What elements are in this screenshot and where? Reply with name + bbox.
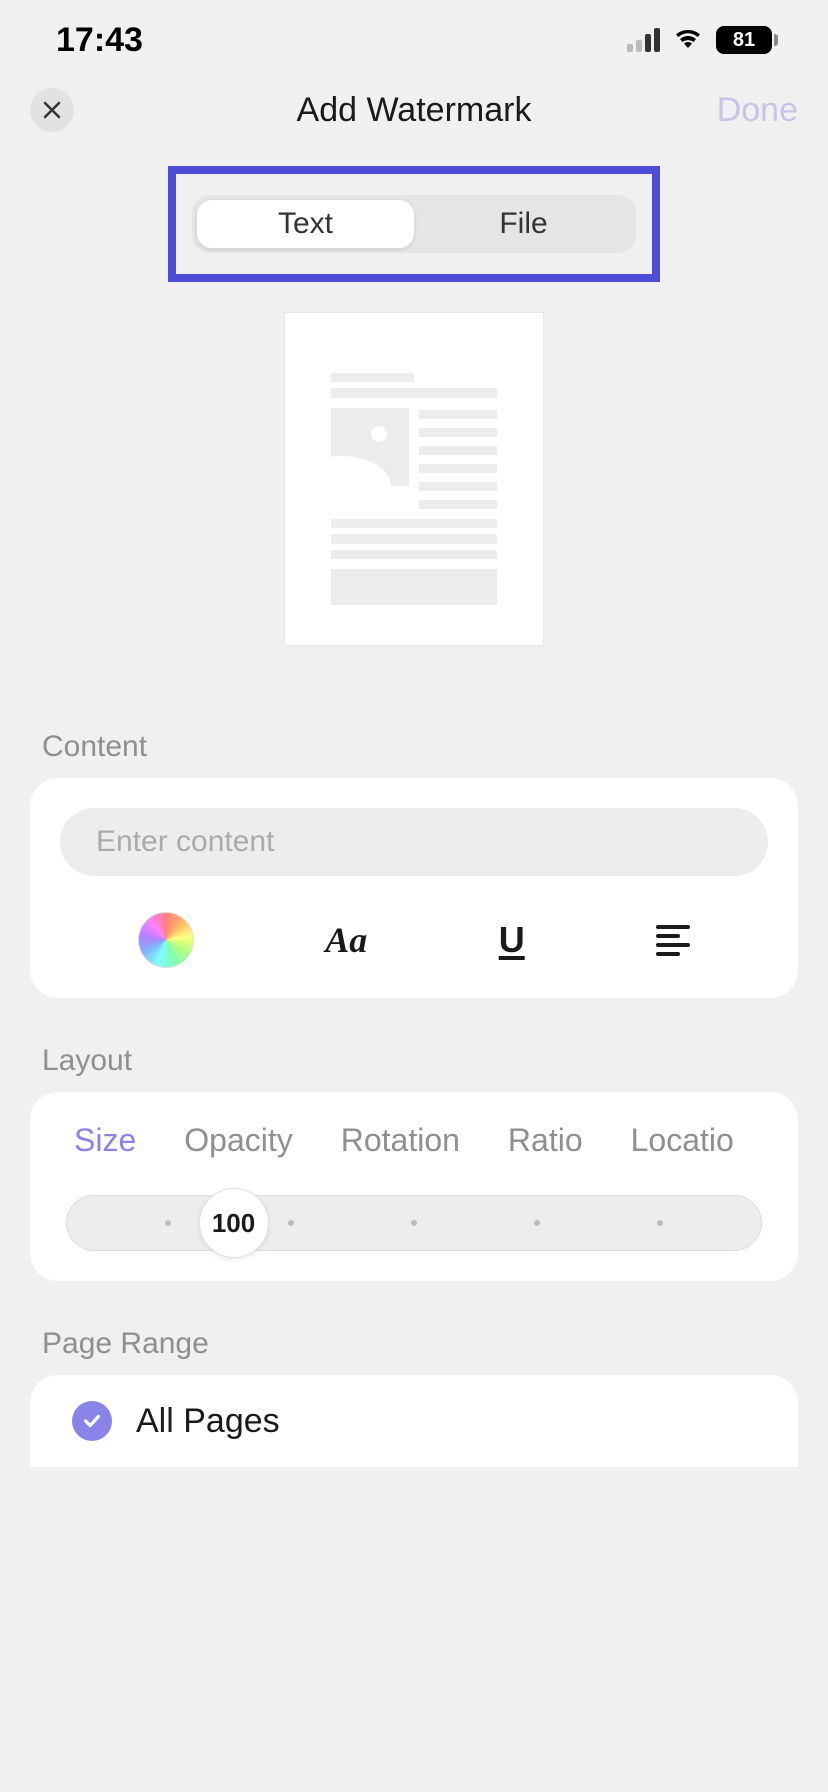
- segment-text[interactable]: Text: [196, 199, 415, 249]
- tab-opacity[interactable]: Opacity: [184, 1122, 292, 1159]
- all-pages-label: All Pages: [136, 1402, 280, 1441]
- segment-file[interactable]: File: [415, 199, 632, 249]
- layout-tabs: Size Opacity Rotation Ratio Locatio: [60, 1122, 768, 1159]
- font-style-button[interactable]: Aa: [325, 919, 367, 961]
- battery-icon: 81: [716, 26, 778, 54]
- tab-ratio[interactable]: Ratio: [508, 1122, 583, 1159]
- all-pages-option[interactable]: All Pages: [72, 1401, 756, 1441]
- text-align-button[interactable]: [656, 925, 690, 956]
- slider-ticks: [67, 1196, 761, 1250]
- color-picker-button[interactable]: [138, 912, 194, 968]
- tab-size[interactable]: Size: [74, 1122, 136, 1159]
- slider-thumb[interactable]: 100: [199, 1188, 269, 1258]
- page-title: Add Watermark: [297, 91, 532, 130]
- align-lines-icon: [656, 925, 690, 929]
- page-range-card: All Pages: [30, 1375, 798, 1467]
- segment-highlight: Text File: [168, 166, 660, 282]
- document-preview: [284, 312, 544, 646]
- tab-rotation[interactable]: Rotation: [341, 1122, 460, 1159]
- size-slider[interactable]: 100: [66, 1195, 762, 1251]
- close-icon: [40, 98, 64, 122]
- done-button[interactable]: Done: [717, 91, 798, 130]
- content-input[interactable]: [60, 808, 768, 876]
- radio-checked-icon: [72, 1401, 112, 1441]
- format-toolbar: Aa U: [60, 912, 768, 968]
- status-time: 17:43: [56, 21, 143, 60]
- layout-section-label: Layout: [0, 1044, 828, 1092]
- close-button[interactable]: [30, 88, 74, 132]
- content-card: Aa U: [30, 778, 798, 998]
- status-icons: 81: [627, 24, 778, 57]
- tab-location[interactable]: Locatio: [631, 1122, 734, 1159]
- header: Add Watermark Done: [0, 72, 828, 148]
- battery-level: 81: [733, 29, 755, 52]
- cellular-signal-icon: [627, 28, 660, 52]
- watermark-type-segment: Text File: [192, 195, 636, 253]
- content-section-label: Content: [0, 730, 828, 778]
- status-bar: 17:43 81: [0, 0, 828, 72]
- page-range-section-label: Page Range: [0, 1327, 828, 1375]
- underline-button[interactable]: U: [499, 919, 525, 961]
- wifi-icon: [670, 24, 706, 57]
- layout-card: Size Opacity Rotation Ratio Locatio 100: [30, 1092, 798, 1281]
